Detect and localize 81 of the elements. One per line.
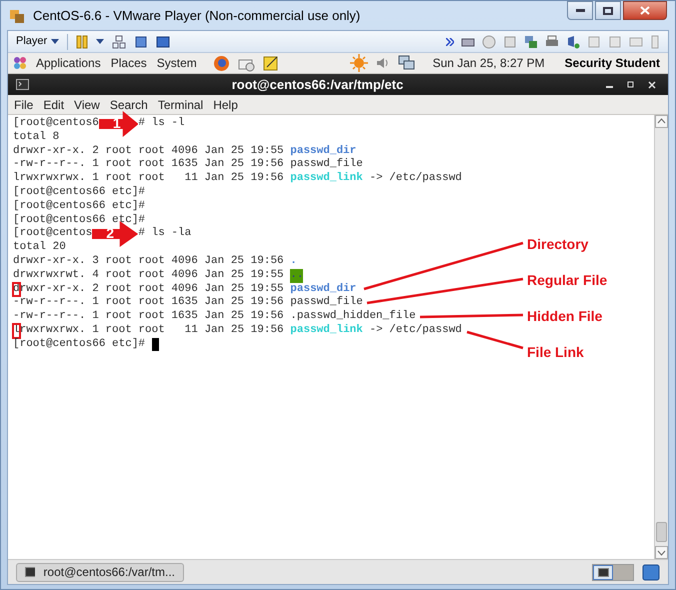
directory-name: passwd_dir <box>290 282 356 296</box>
sound-card-icon[interactable] <box>566 34 580 48</box>
directory-name: . <box>290 254 297 269</box>
panel-menu-item[interactable]: Applications <box>36 54 101 72</box>
annotation-label: Hidden File <box>527 307 602 326</box>
link-name: passwd_link <box>290 324 363 338</box>
panel-menu-item[interactable]: Places <box>110 54 147 72</box>
network-adapter-icon[interactable] <box>524 34 538 48</box>
terminal-text: [root@centos <box>13 227 92 241</box>
terminal-icon <box>25 567 36 577</box>
caret-icon <box>51 39 60 44</box>
disc-icon[interactable] <box>482 34 496 48</box>
link-name: passwd_link <box>290 172 363 186</box>
network-nodes-icon[interactable] <box>112 34 126 48</box>
clock[interactable]: Sun Jan 25, 8:27 PM <box>432 54 545 72</box>
player-menu-button[interactable]: Player <box>16 33 60 50</box>
terminal-title: root@centos66:/var/tmp/etc <box>230 76 404 94</box>
terminal-text: -rw-r--r--. 1 root root 1635 Jan 25 19:56 passwd_file <box>13 158 363 172</box>
terminal-text: rwxrwxrwx. 1 root root 11 Jan 25 19:56 <box>20 324 285 338</box>
directory-name: passwd_dir <box>290 144 356 158</box>
terminal-text: -> /etc/passwd <box>368 324 462 338</box>
maximize-icon <box>603 6 613 14</box>
terminal-text: -> /etc/passwd <box>368 172 462 186</box>
terminal-text: total 20 <box>13 241 66 255</box>
terminal-text: drwxr-xr-x. 3 root root 4096 Jan 25 19:56 <box>13 254 285 269</box>
terminal-text: # ls -l <box>138 117 185 131</box>
text-cursor <box>152 338 159 351</box>
terminal-text: drwxr-xr-x. 2 root root 4096 Jan 25 19:55 <box>13 144 285 158</box>
window-title: CentOS-6.6 - VMware Player (Non-commercial use only) <box>33 6 360 25</box>
foot-icon[interactable] <box>12 55 28 71</box>
trash-icon[interactable] <box>642 563 660 581</box>
terminal-text: rwxr-xr-x. 2 root root 4096 Jan 25 19:55 <box>20 282 285 296</box>
menu-item[interactable]: Help <box>209 96 242 114</box>
close-icon <box>640 6 650 15</box>
menu-item[interactable]: File <box>10 96 38 114</box>
terminal-text: lrwxrwxrwx. 1 root root 11 Jan 25 19:56 <box>13 172 285 186</box>
double-chevron-icon[interactable] <box>446 38 454 46</box>
annotation-label: File Link <box>527 343 584 362</box>
prompt-text: [root@centos66 etc]# <box>13 338 146 352</box>
scroll-down-icon[interactable] <box>655 546 668 559</box>
terminal-icon <box>598 568 608 576</box>
scroll-thumb[interactable] <box>656 522 667 542</box>
annotation-label: Directory <box>527 235 588 254</box>
close-icon[interactable] <box>648 80 656 88</box>
terminal-text: drwxrwxrwt. 4 root root 4096 Jan 25 19:55 <box>13 268 285 283</box>
fullscreen-icon[interactable] <box>134 34 148 48</box>
menu-item[interactable]: View <box>70 96 104 114</box>
menu-item[interactable]: Search <box>106 96 152 114</box>
pause-icon[interactable] <box>76 34 88 48</box>
terminal-text: [root@centos6 <box>13 117 99 131</box>
network-icon[interactable] <box>398 55 416 71</box>
printer-icon[interactable] <box>545 34 559 48</box>
terminal-text: # ls -la <box>138 227 192 242</box>
terminal-text: [root@centos66 etc]# <box>13 200 146 214</box>
annotation-label: Regular File <box>527 271 608 290</box>
terminal-text: -rw-r--r--. 1 root root 1635 Jan 25 19:56 passwd_file <box>13 296 363 310</box>
maximize-button[interactable] <box>595 1 621 20</box>
speaker-icon[interactable] <box>376 56 390 70</box>
panel-menu-item[interactable]: System <box>156 54 197 72</box>
menu-item[interactable]: Edit <box>39 96 68 114</box>
terminal-icon <box>16 79 29 90</box>
caret-icon[interactable] <box>96 39 104 44</box>
close-button[interactable] <box>623 1 667 20</box>
menu-item[interactable]: Terminal <box>154 96 208 114</box>
workspace-switcher[interactable] <box>592 564 634 580</box>
minimize-icon <box>576 9 584 12</box>
unity-icon[interactable] <box>156 34 170 48</box>
callout-arrow: 1 <box>98 111 138 137</box>
notepad-icon[interactable] <box>262 54 280 72</box>
app-icon <box>9 8 25 24</box>
highlighted-directory: .. <box>290 268 304 283</box>
terminal-text: total 8 <box>13 130 60 145</box>
taskbar-window-button[interactable]: root@centos66:/var/tm... <box>16 562 184 582</box>
terminal-text: -rw-r--r--. 1 root root 1635 Jan 25 19:56 .passwd_hidden_file <box>13 310 416 324</box>
user-name[interactable]: Security Student <box>564 54 664 72</box>
minimize-button[interactable] <box>567 1 593 20</box>
browser-icon[interactable] <box>212 54 230 72</box>
scroll-up-icon[interactable] <box>655 115 668 128</box>
terminal-text: [root@centos66 etc]# <box>13 186 146 200</box>
maximize-icon[interactable] <box>627 81 634 88</box>
floppy-icon[interactable] <box>503 34 517 48</box>
